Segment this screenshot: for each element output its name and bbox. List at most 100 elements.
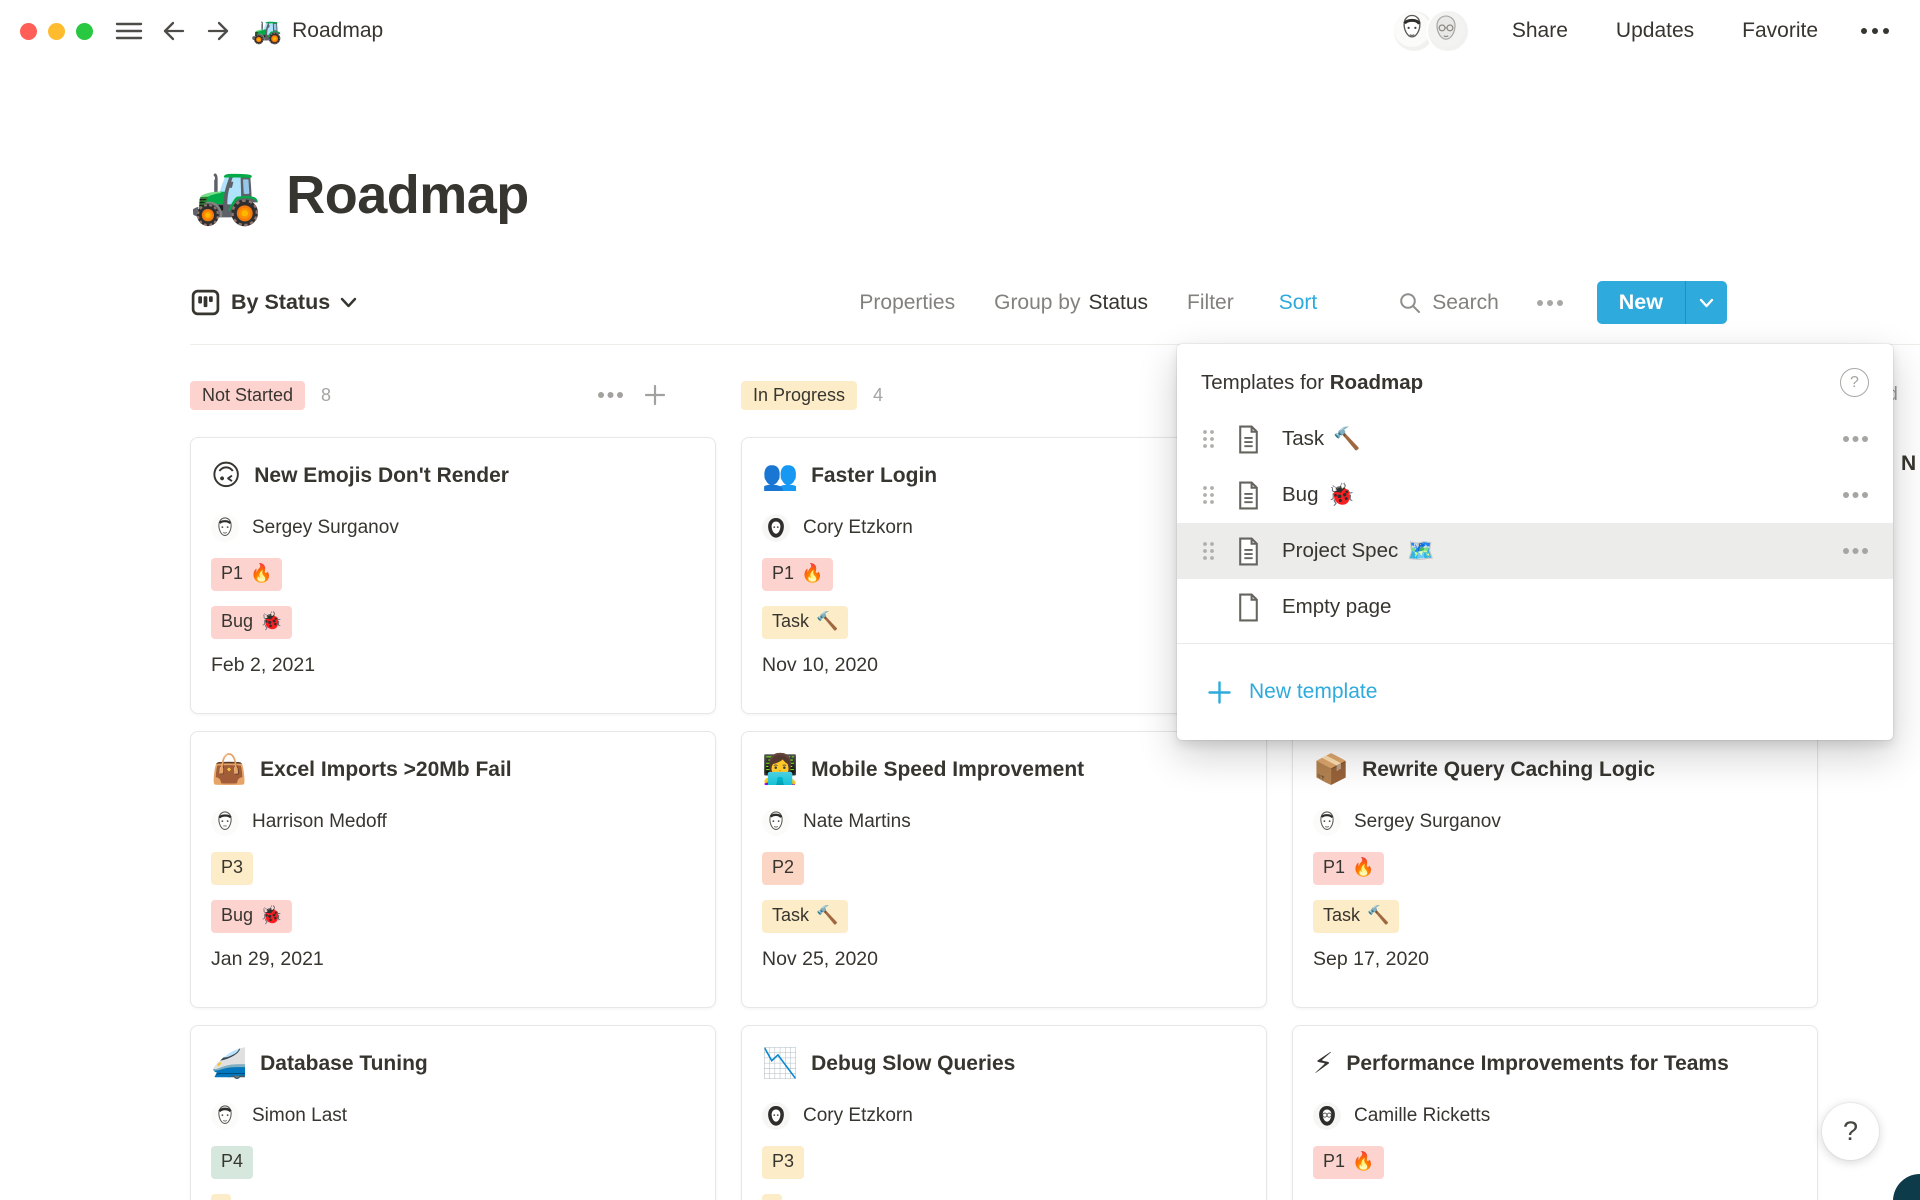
assignee-name: Harrison Medoff — [252, 811, 387, 833]
priority-badge: P3 — [762, 1146, 804, 1179]
minimize-window-button[interactable] — [48, 23, 65, 40]
new-button[interactable]: New — [1597, 281, 1685, 324]
chevron-down-icon — [340, 297, 357, 308]
card-database-tuning[interactable]: 🚄Database Tuning Simon Last P4 — [190, 1025, 716, 1200]
back-arrow-icon[interactable] — [161, 19, 187, 43]
card-new-emojis-dont-render[interactable]: 🙃New Emojis Don't Render Sergey Surganov… — [190, 437, 716, 714]
card-assignee: Sergey Surganov — [211, 514, 695, 542]
template-more-icon[interactable] — [1842, 547, 1869, 555]
page-title[interactable]: Roadmap — [286, 164, 529, 226]
assignee-name: Nate Martins — [803, 811, 911, 833]
column-count: 8 — [321, 385, 331, 406]
search-label: Search — [1432, 291, 1499, 315]
group-by-button[interactable]: Group by Status — [994, 291, 1148, 315]
card-date: Jan 29, 2021 — [211, 948, 695, 971]
tab-page-emoji: 🚜 — [251, 17, 282, 46]
card-title: 👜Excel Imports >20Mb Fail — [211, 754, 695, 786]
drag-handle-icon[interactable] — [1201, 484, 1218, 506]
new-button-group: New — [1597, 281, 1727, 324]
group-by-value: Status — [1089, 291, 1149, 315]
new-template-label: New template — [1249, 680, 1377, 704]
toolbar-more-icon[interactable] — [1536, 299, 1564, 307]
template-item-label: Empty page — [1282, 595, 1391, 619]
template-more-icon[interactable] — [1842, 435, 1869, 443]
blank-page-icon — [1236, 593, 1263, 622]
page-icon — [1236, 425, 1263, 454]
assignee-name: Sergey Surganov — [1354, 811, 1501, 833]
favorite-button[interactable]: Favorite — [1736, 18, 1824, 44]
type-badge — [211, 1194, 231, 1200]
template-item-label: Project Spec — [1282, 539, 1398, 563]
share-button[interactable]: Share — [1506, 18, 1574, 44]
template-item-label: Bug — [1282, 483, 1318, 507]
zoom-window-button[interactable] — [76, 23, 93, 40]
templates-popup-title: Templates for Roadmap — [1201, 371, 1423, 395]
avatar — [211, 514, 239, 542]
window-controls — [20, 23, 93, 40]
template-item-bug[interactable]: Bug 🐞 — [1177, 467, 1893, 523]
column-header-not-started: Not Started 8 — [190, 378, 716, 412]
card-title: 📉Debug Slow Queries — [762, 1048, 1246, 1080]
card-emoji: 👜 — [211, 754, 247, 786]
templates-popup-header: Templates for Roadmap ? — [1177, 368, 1893, 411]
column-status-badge[interactable]: In Progress — [741, 381, 857, 410]
avatar — [211, 808, 239, 836]
new-button-dropdown[interactable] — [1685, 281, 1727, 324]
drag-handle-icon[interactable] — [1201, 428, 1218, 450]
template-item-task[interactable]: Task 🔨 — [1177, 411, 1893, 467]
updates-button[interactable]: Updates — [1610, 18, 1700, 44]
new-template-button[interactable]: New template — [1201, 679, 1383, 706]
card-emoji: 👩‍💻 — [762, 754, 798, 786]
card-debug-slow-queries[interactable]: 📉Debug Slow Queries Cory Etzkorn P3 — [741, 1025, 1267, 1200]
card-rewrite-query-caching-logic[interactable]: 📦Rewrite Query Caching Logic Sergey Surg… — [1292, 731, 1818, 1008]
collaborator-avatars[interactable] — [1392, 9, 1470, 53]
card-assignee: Nate Martins — [762, 808, 1246, 836]
templates-popup-footer: New template — [1177, 643, 1893, 740]
assignee-name: Sergey Surganov — [252, 517, 399, 539]
help-circle-icon[interactable]: ? — [1840, 368, 1869, 397]
card-excel-imports-fail[interactable]: 👜Excel Imports >20Mb Fail Harrison Medof… — [190, 731, 716, 1008]
card-assignee: Cory Etzkorn — [762, 514, 1246, 542]
page-emoji[interactable]: 🚜 — [190, 158, 262, 232]
view-toolbar: By Status Properties Group by Status Fil… — [190, 281, 1727, 324]
view-switcher[interactable]: By Status — [190, 287, 357, 318]
sort-button[interactable]: Sort — [1273, 290, 1324, 316]
column-more-icon[interactable] — [597, 391, 624, 399]
column-add-card-icon[interactable] — [644, 384, 666, 406]
template-item-project-spec[interactable]: Project Spec 🗺️ — [1177, 523, 1893, 579]
filter-button[interactable]: Filter — [1181, 290, 1240, 316]
forward-arrow-icon[interactable] — [205, 19, 231, 43]
avatar — [211, 1102, 239, 1130]
template-item-emoji: 🗺️ — [1407, 538, 1434, 564]
card-emoji: 👥 — [762, 460, 798, 492]
sidebar-menu-icon[interactable] — [115, 19, 143, 43]
help-button[interactable]: ? — [1822, 1103, 1879, 1160]
template-item-label: Task — [1282, 427, 1324, 451]
properties-button[interactable]: Properties — [853, 290, 961, 316]
card-assignee: Camille Ricketts — [1313, 1102, 1797, 1130]
window-titlebar: 🚜 Roadmap Share Updates Favorite — [0, 0, 1920, 62]
type-badge — [762, 1194, 782, 1200]
card-title: 👩‍💻Mobile Speed Improvement — [762, 754, 1246, 786]
template-item-emoji: 🐞 — [1327, 482, 1354, 508]
search-button[interactable]: Search — [1398, 291, 1499, 315]
priority-badge: P2 — [762, 852, 804, 885]
view-name: By Status — [231, 290, 330, 315]
template-more-icon[interactable] — [1842, 491, 1869, 499]
type-badge: Bug🐞 — [211, 900, 292, 933]
more-menu-icon[interactable] — [1860, 27, 1890, 35]
templates-popup: Templates for Roadmap ? Task 🔨 Bug 🐞 — [1177, 344, 1893, 740]
page-icon — [1236, 481, 1263, 510]
card-assignee: Sergey Surganov — [1313, 808, 1797, 836]
type-badge: Bug🐞 — [211, 606, 292, 639]
card-performance-improvements-for-teams[interactable]: ⚡Performance Improvements for Teams Cami… — [1292, 1025, 1818, 1200]
card-assignee: Cory Etzkorn — [762, 1102, 1246, 1130]
card-mobile-speed-improvement[interactable]: 👩‍💻Mobile Speed Improvement Nate Martins… — [741, 731, 1267, 1008]
tab-page-title: Roadmap — [292, 19, 383, 43]
avatar — [762, 1102, 790, 1130]
template-item-empty-page[interactable]: Empty page — [1177, 579, 1893, 635]
column-status-badge[interactable]: Not Started — [190, 381, 305, 410]
close-window-button[interactable] — [20, 23, 37, 40]
drag-handle-icon[interactable] — [1201, 540, 1218, 562]
card-title: 👥Faster Login — [762, 460, 1246, 492]
